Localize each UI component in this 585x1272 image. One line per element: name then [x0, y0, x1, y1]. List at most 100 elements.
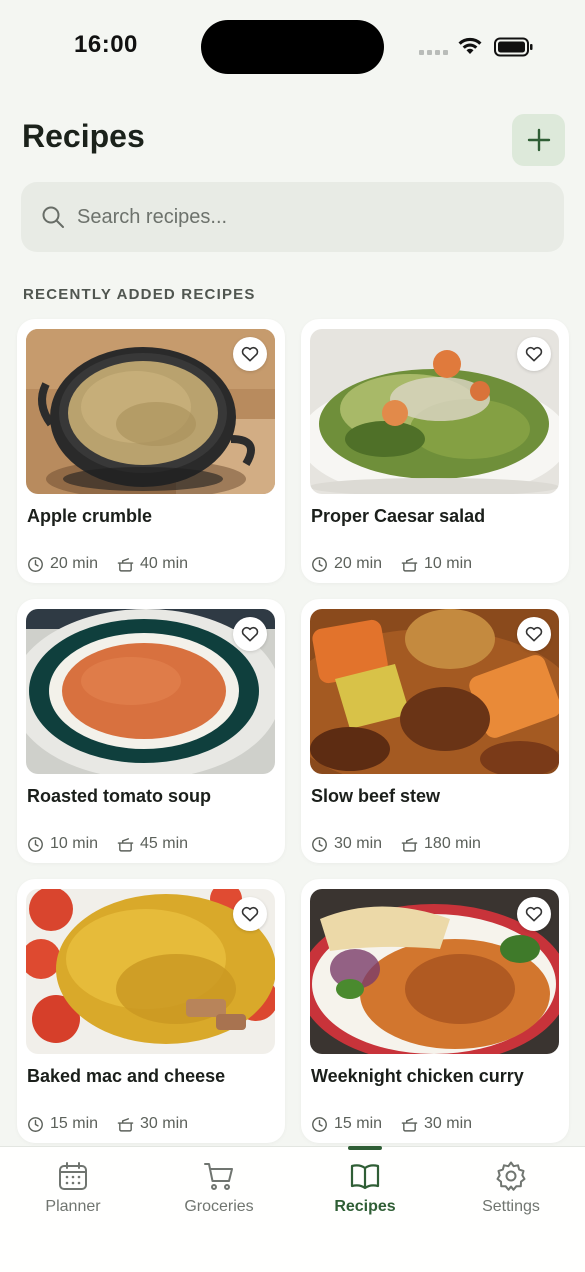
clock-icon [312, 556, 327, 572]
recipe-photo [26, 889, 275, 1054]
recipe-title: Proper Caesar salad [311, 506, 486, 526]
recipe-photo [310, 609, 559, 774]
heart-icon [241, 626, 259, 642]
recipe-card[interactable]: Roasted tomato soup 10 min 45 min [17, 599, 285, 863]
cook-time-label: 10 min [424, 555, 473, 572]
recipe-card[interactable]: Weeknight chicken curry 15 min 30 min [301, 879, 569, 1143]
recipe-meta: 15 min 30 min [311, 1115, 491, 1133]
tab-label: Planner [45, 1198, 101, 1215]
pot-icon [401, 557, 418, 572]
prep-time: 20 min [27, 555, 98, 573]
tab-label: Recipes [334, 1198, 396, 1215]
recipes-screen: 16:00 Recipes RECENTLY ADDED RECIPES [0, 0, 585, 1272]
clock-icon [28, 1116, 43, 1132]
recipe-title: Roasted tomato soup [27, 786, 212, 806]
recipe-title: Slow beef stew [311, 786, 441, 806]
cart-icon [204, 1163, 233, 1190]
cook-time: 30 min [117, 1115, 188, 1133]
recipe-meta: 15 min 30 min [27, 1115, 207, 1133]
prep-time: 10 min [27, 835, 98, 853]
recipe-title: Baked mac and cheese [27, 1066, 226, 1086]
recipe-card[interactable]: Baked mac and cheese 15 min 30 min [17, 879, 285, 1143]
tab-planner[interactable]: Planner [0, 1147, 146, 1247]
pot-icon [117, 1117, 134, 1132]
clock-icon [312, 1116, 327, 1132]
recipe-photo [26, 329, 275, 494]
status-time: 16:00 [74, 31, 138, 58]
prep-time-label: 10 min [50, 835, 99, 852]
heart-icon [525, 906, 543, 922]
pot-icon [401, 1117, 418, 1132]
prep-time-label: 20 min [50, 555, 99, 572]
pot-icon [117, 837, 134, 852]
recipe-card[interactable]: Proper Caesar salad 20 min 10 min [301, 319, 569, 583]
signal-icon [419, 50, 448, 55]
dynamic-island [201, 20, 384, 74]
favorite-button[interactable] [233, 897, 267, 931]
search-icon [42, 206, 64, 228]
prep-time-label: 15 min [334, 1115, 383, 1132]
bottom-tab-bar: Planner Groceries Recipes Settings [0, 1146, 585, 1272]
favorite-button[interactable] [517, 617, 551, 651]
recipe-card[interactable]: Apple crumble 20 min 40 min [17, 319, 285, 583]
clock-icon [28, 836, 43, 852]
tab-settings[interactable]: Settings [438, 1147, 584, 1247]
cook-time: 45 min [117, 835, 188, 853]
cook-time-label: 30 min [140, 1115, 189, 1132]
tab-label: Settings [482, 1198, 540, 1215]
clock-icon [28, 556, 43, 572]
section-heading: RECENTLY ADDED RECIPES [23, 286, 256, 303]
recipe-meta: 10 min 45 min [27, 835, 207, 853]
gear-icon [496, 1161, 526, 1191]
heart-icon [241, 346, 259, 362]
plus-icon [527, 128, 550, 152]
cook-time: 40 min [117, 555, 188, 573]
prep-time-label: 15 min [50, 1115, 99, 1132]
book-icon [350, 1164, 380, 1190]
favorite-button[interactable] [517, 337, 551, 371]
recipe-title: Weeknight chicken curry [311, 1066, 524, 1086]
prep-time-label: 30 min [334, 835, 383, 852]
prep-time-label: 20 min [334, 555, 383, 572]
clock-icon [312, 836, 327, 852]
recipe-meta: 30 min 180 min [311, 835, 500, 853]
page-title: Recipes [22, 118, 145, 154]
calendar-icon [59, 1162, 87, 1190]
recipe-photo [310, 329, 559, 494]
cook-time-label: 30 min [424, 1115, 473, 1132]
prep-time: 20 min [311, 555, 382, 573]
tab-label: Groceries [184, 1198, 254, 1215]
search-input[interactable] [77, 205, 517, 229]
recipe-card[interactable]: Slow beef stew 30 min 180 min [301, 599, 569, 863]
battery-icon [494, 37, 533, 57]
cook-time: 180 min [401, 835, 481, 853]
prep-time: 15 min [27, 1115, 98, 1133]
favorite-button[interactable] [233, 617, 267, 651]
prep-time: 15 min [311, 1115, 382, 1133]
heart-icon [525, 346, 543, 362]
recipe-photo [310, 889, 559, 1054]
tab-groceries[interactable]: Groceries [146, 1147, 292, 1247]
pot-icon [117, 557, 134, 572]
heart-icon [525, 626, 543, 642]
recipe-meta: 20 min 10 min [311, 555, 491, 573]
status-bar: 16:00 [0, 0, 585, 90]
cook-time-label: 45 min [140, 835, 189, 852]
favorite-button[interactable] [517, 897, 551, 931]
favorite-button[interactable] [233, 337, 267, 371]
cook-time: 30 min [401, 1115, 472, 1133]
active-tab-indicator [348, 1146, 382, 1150]
pot-icon [401, 837, 418, 852]
cook-time: 10 min [401, 555, 472, 573]
search-bar[interactable] [21, 182, 564, 252]
cook-time-label: 180 min [424, 835, 481, 852]
prep-time: 30 min [311, 835, 382, 853]
recipe-meta: 20 min 40 min [27, 555, 207, 573]
add-recipe-button[interactable] [512, 114, 565, 166]
cook-time-label: 40 min [140, 555, 189, 572]
heart-icon [241, 906, 259, 922]
wifi-icon [458, 37, 482, 54]
recipe-title: Apple crumble [27, 506, 153, 526]
recipe-photo [26, 609, 275, 774]
tab-recipes[interactable]: Recipes [292, 1146, 438, 1247]
